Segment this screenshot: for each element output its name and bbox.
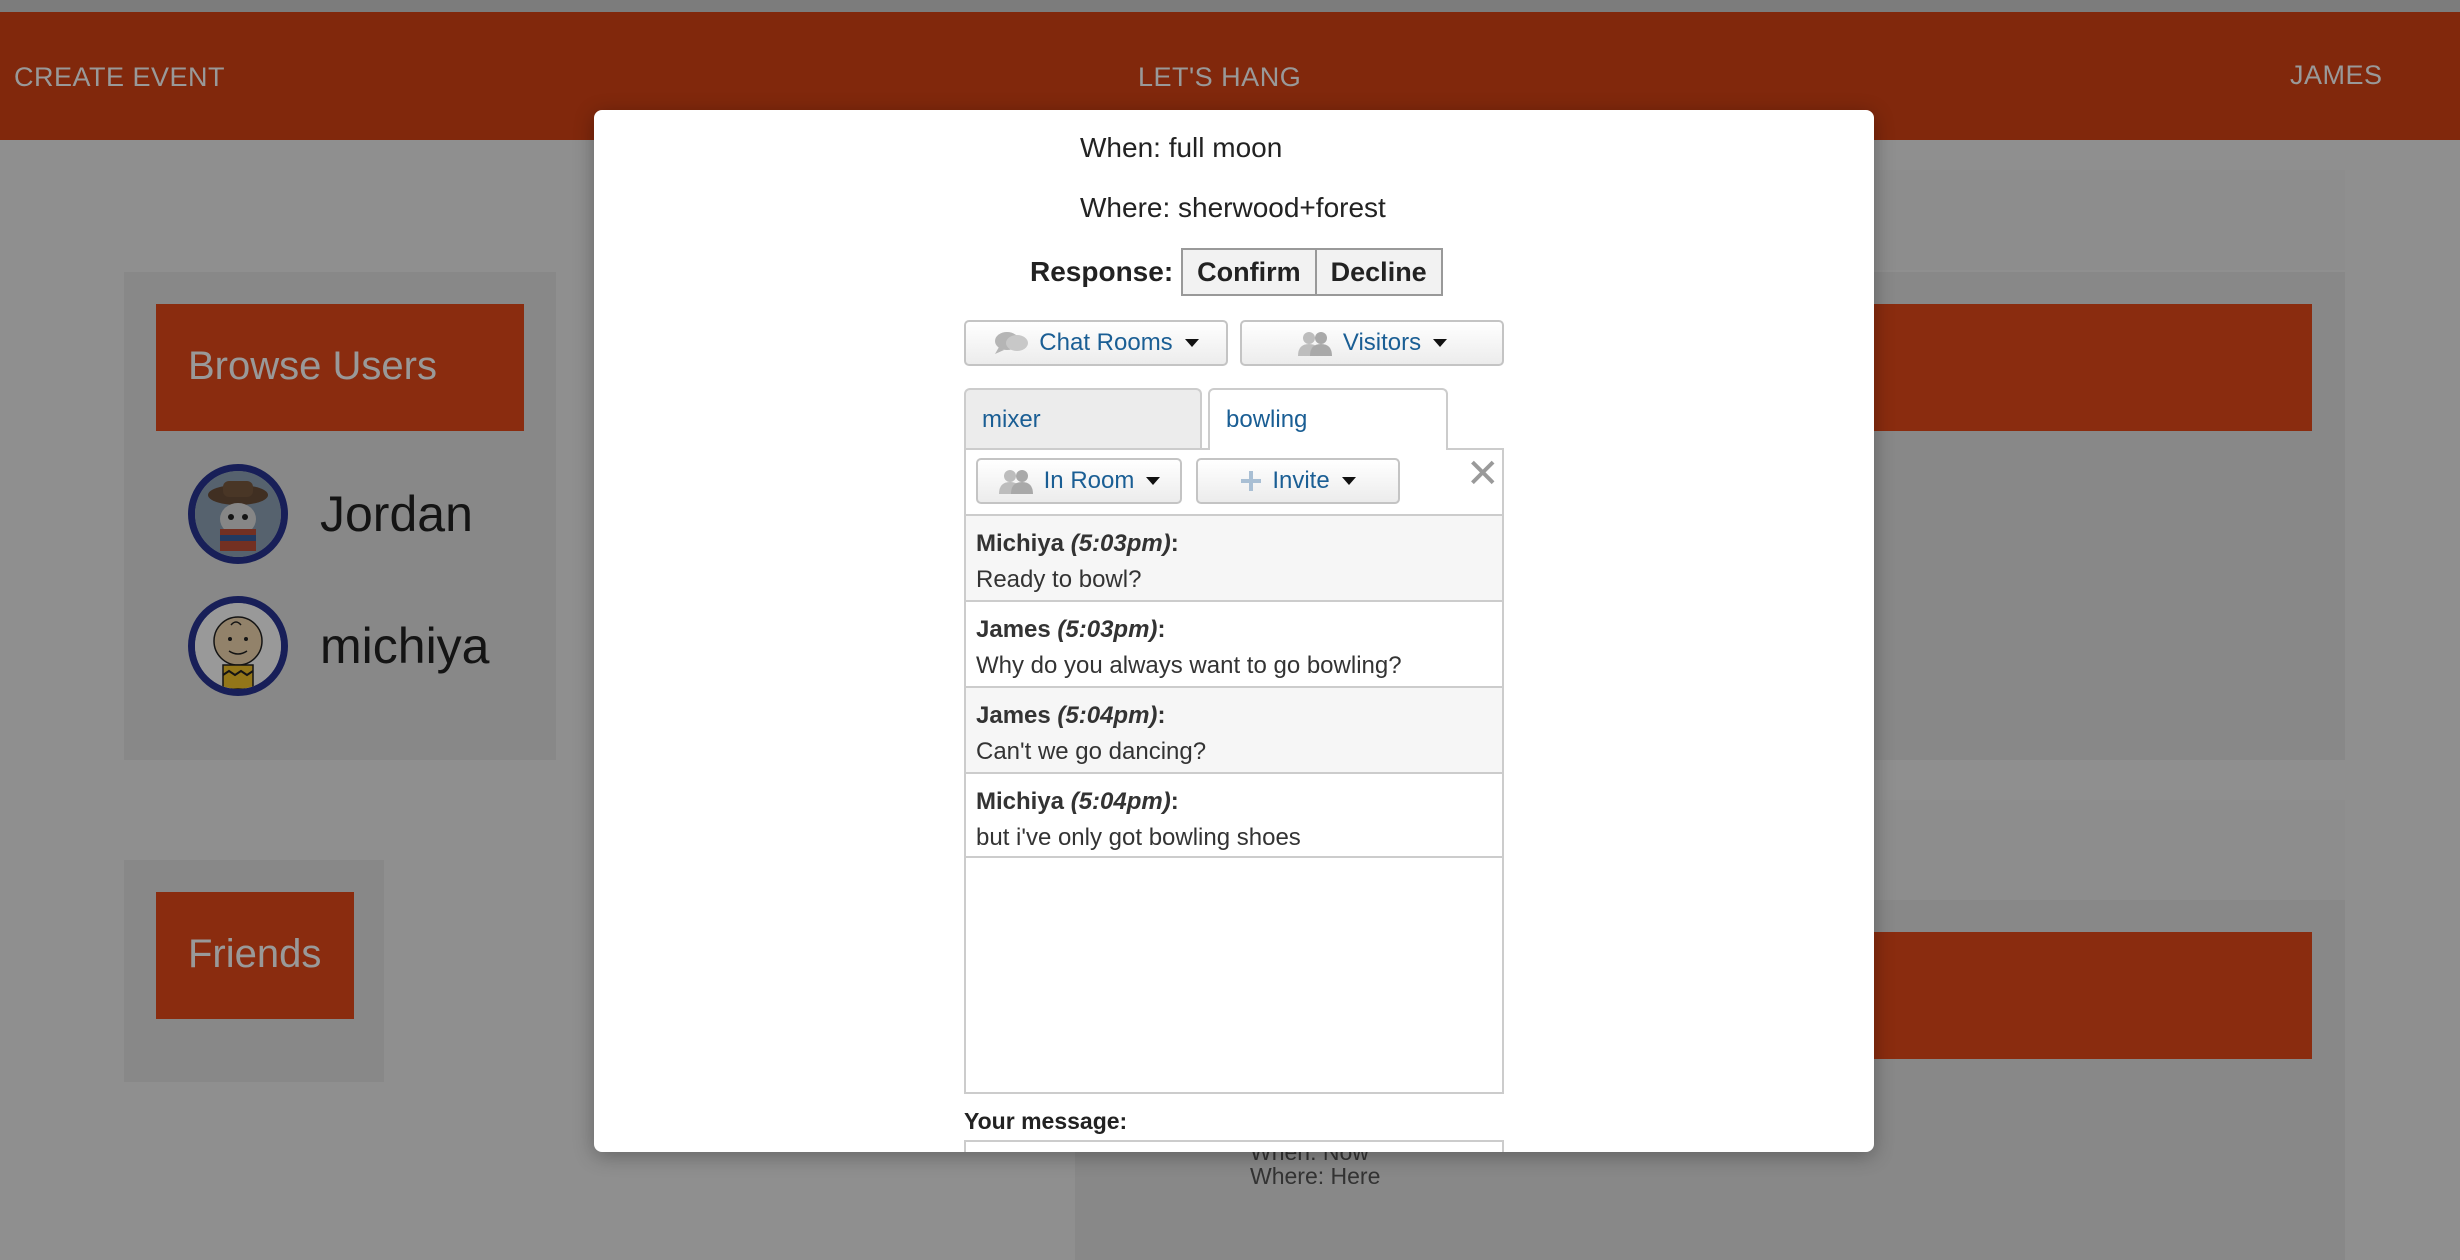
message-text: Why do you always want to go bowling? <box>976 652 1402 679</box>
message-author: Michiya <box>976 788 1065 815</box>
event-where: Where: sherwood+forest <box>1080 192 1386 223</box>
tab-bowling[interactable]: bowling <box>1208 388 1448 450</box>
users-icon <box>1297 330 1333 356</box>
message-list: Michiya (5:03pm): Ready to bowl? James (… <box>966 514 1502 858</box>
chat-message: Michiya (5:04pm): but i've only got bowl… <box>966 772 1502 858</box>
message-text: but i've only got bowling shoes <box>976 824 1301 851</box>
message-time: (5:03pm) <box>1057 616 1158 643</box>
chat-room-panel: In Room Invite ✕ Michiya (5:03pm): Ready… <box>964 448 1504 1094</box>
event-modal: When: full moon Where: sherwood+forest R… <box>594 110 1874 1152</box>
message-time: (5:04pm) <box>1057 702 1158 729</box>
close-icon[interactable]: ✕ <box>1466 454 1500 494</box>
visitors-dropdown[interactable]: Visitors <box>1240 320 1504 366</box>
chevron-down-icon <box>1146 477 1161 485</box>
chevron-down-icon <box>1341 477 1356 485</box>
message-text: Can't we go dancing? <box>976 738 1207 765</box>
chat-bubbles-icon <box>993 330 1029 356</box>
response-label: Response: <box>1030 256 1174 287</box>
chat-toolbar: In Room Invite ✕ <box>966 450 1502 514</box>
visitors-label: Visitors <box>1342 329 1422 356</box>
in-room-label: In Room <box>1043 467 1135 494</box>
chevron-down-icon <box>1184 339 1199 347</box>
event-when: When: full moon <box>1080 132 1283 163</box>
invite-label: Invite <box>1272 467 1330 494</box>
message-author: James <box>976 702 1051 729</box>
chevron-down-icon <box>1433 339 1448 347</box>
confirm-button[interactable]: Confirm <box>1181 248 1317 296</box>
invite-dropdown[interactable]: Invite <box>1196 458 1400 504</box>
chat-message: James (5:03pm): Why do you always want t… <box>966 600 1502 686</box>
message-input[interactable] <box>964 1140 1504 1152</box>
tab-mixer[interactable]: mixer <box>964 388 1202 448</box>
your-message-label: Your message: <box>964 1108 1128 1134</box>
message-time: (5:04pm) <box>1070 788 1171 815</box>
message-author: James <box>976 616 1051 643</box>
message-time: (5:03pm) <box>1070 530 1171 557</box>
users-icon <box>998 468 1034 494</box>
chat-rooms-dropdown[interactable]: Chat Rooms <box>964 320 1228 366</box>
message-text: Ready to bowl? <box>976 566 1142 593</box>
decline-button[interactable]: Decline <box>1316 248 1443 296</box>
in-room-dropdown[interactable]: In Room <box>976 458 1182 504</box>
chat-message: James (5:04pm): Can't we go dancing? <box>966 686 1502 772</box>
plus-icon <box>1240 470 1262 492</box>
message-author: Michiya <box>976 530 1065 557</box>
chat-rooms-label: Chat Rooms <box>1039 329 1173 356</box>
response-row: Response: Confirm Decline <box>1030 248 1443 296</box>
chat-message: Michiya (5:03pm): Ready to bowl? <box>966 514 1502 600</box>
